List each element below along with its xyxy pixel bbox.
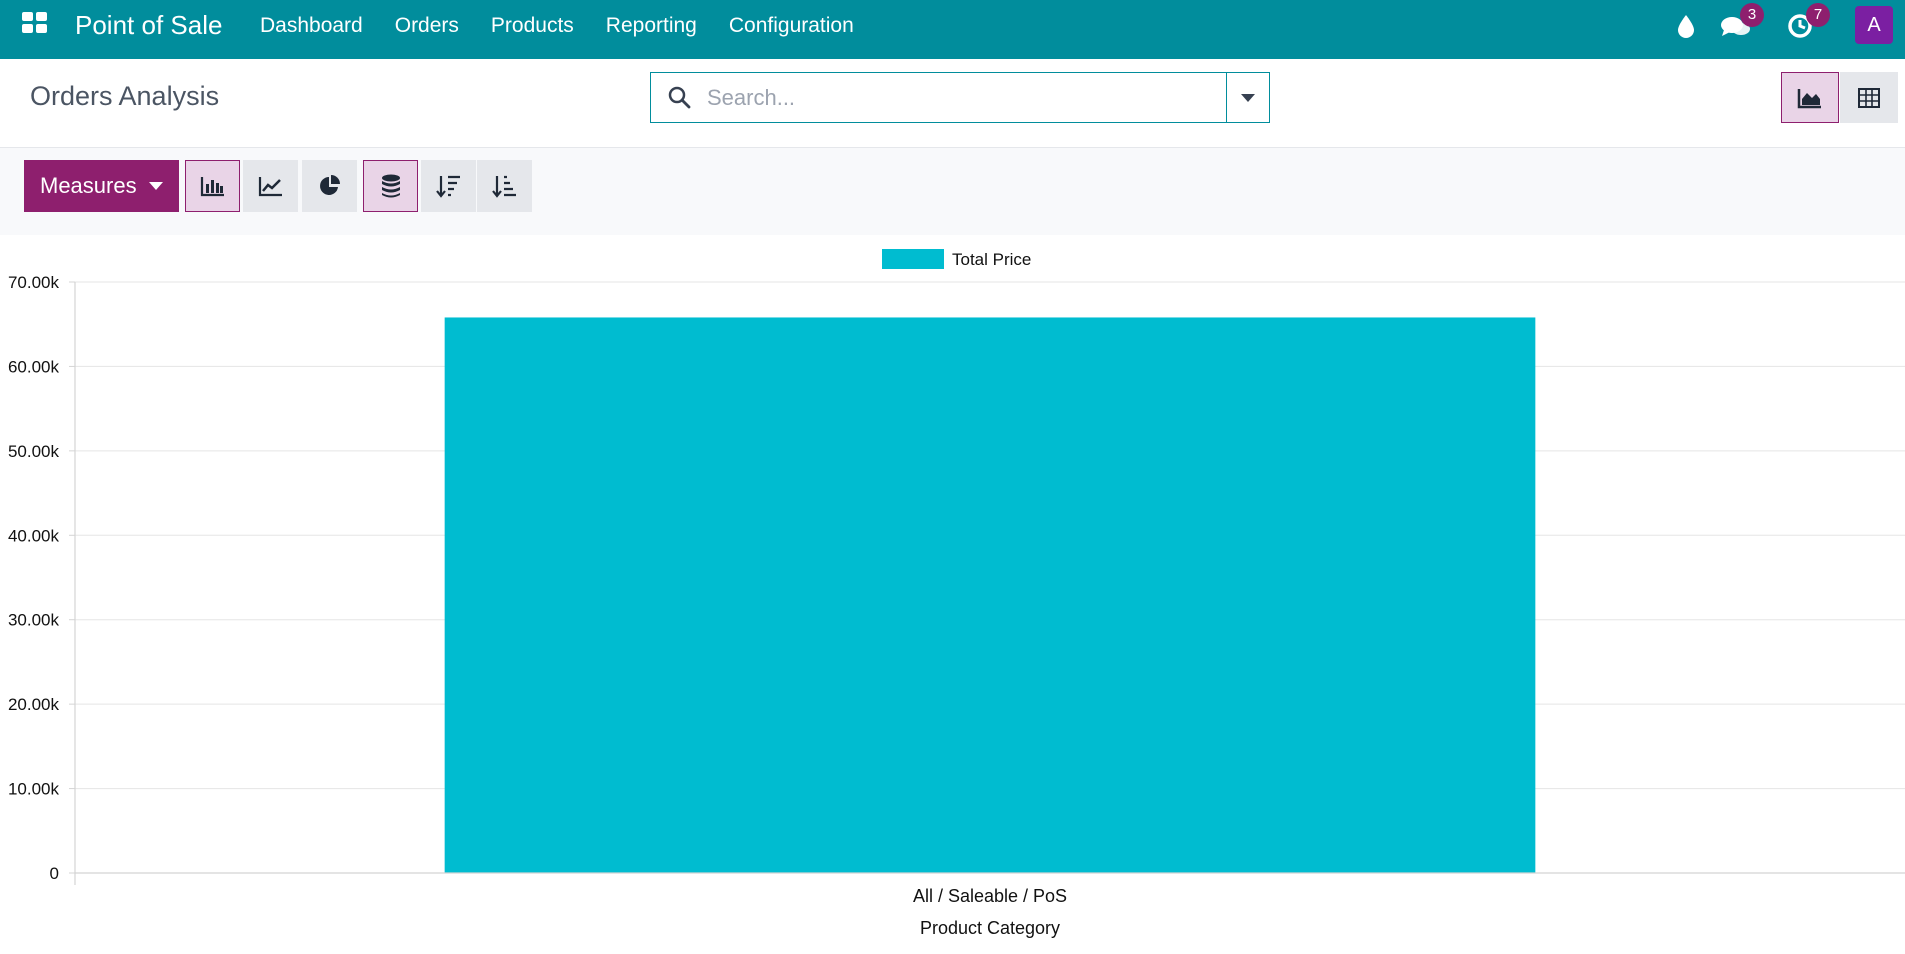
search-icon <box>651 73 707 121</box>
sort-descending-button[interactable] <box>421 160 476 212</box>
graph-toolbar: Measures <box>0 148 1905 235</box>
measures-label: Measures <box>40 173 137 198</box>
y-tick-label: 20.00k <box>8 695 60 714</box>
x-tick-label: All / Saleable / PoS <box>913 886 1067 906</box>
avatar[interactable]: A <box>1855 6 1893 44</box>
graph-chart: 0 10.00k 20.00k 30.00k 40.00k 50.00k 60.00k 70.… <box>0 235 1905 949</box>
sort-descending-icon <box>435 175 460 198</box>
y-tick-label: 40.00k <box>8 526 60 545</box>
bar-chart-icon <box>200 177 224 197</box>
caret-down-icon <box>1241 93 1255 102</box>
search-input[interactable] <box>707 73 1226 122</box>
menu-item-configuration[interactable]: Configuration <box>713 13 870 39</box>
menu-item-reporting[interactable]: Reporting <box>590 13 713 39</box>
search-options-toggle[interactable] <box>1226 73 1269 122</box>
line-chart-button[interactable] <box>243 160 298 212</box>
y-tick-label: 70.00k <box>8 273 60 292</box>
page-title: Orders Analysis <box>30 81 220 111</box>
y-tick-label: 60.00k <box>8 357 60 376</box>
y-tick-label: 0 <box>50 864 59 883</box>
legend-label[interactable]: Total Price <box>952 250 1031 269</box>
sort-ascending-icon <box>491 175 516 198</box>
database-stack-icon <box>381 174 400 198</box>
legend-swatch <box>882 249 944 269</box>
main-menu: Dashboard Orders Products Reporting Conf… <box>244 13 870 39</box>
y-tick-label: 50.00k <box>8 442 60 461</box>
pie-chart-button[interactable] <box>302 160 357 212</box>
bar-chart-button[interactable] <box>185 160 240 212</box>
sort-ascending-button[interactable] <box>477 160 532 212</box>
bar-chart: 0 10.00k 20.00k 30.00k 40.00k 50.00k 60.00k 70.… <box>8 249 1905 938</box>
measures-button[interactable]: Measures <box>24 160 179 212</box>
caret-down-icon <box>148 182 163 190</box>
top-navbar: Point of Sale Dashboard Orders Products … <box>0 0 1905 59</box>
menu-item-orders[interactable]: Orders <box>379 13 475 39</box>
y-tick-label: 30.00k <box>8 611 60 630</box>
grid-icon[interactable] <box>22 12 48 34</box>
view-graph-button[interactable] <box>1781 72 1839 123</box>
menu-item-dashboard[interactable]: Dashboard <box>244 13 379 39</box>
y-tick-label: 10.00k <box>8 780 60 799</box>
search-box <box>650 72 1270 123</box>
messages-count-badge: 3 <box>1740 3 1764 27</box>
bar[interactable] <box>444 317 1536 874</box>
line-chart-icon <box>258 177 282 197</box>
x-axis-label: Product Category <box>920 918 1060 938</box>
droplet-icon[interactable] <box>1671 11 1701 41</box>
control-panel: Orders Analysis <box>0 59 1905 148</box>
area-chart-icon <box>1797 88 1821 108</box>
menu-item-products[interactable]: Products <box>475 13 590 39</box>
view-pivot-button[interactable] <box>1840 72 1898 123</box>
app-brand[interactable]: Point of Sale <box>75 10 222 41</box>
stacked-button[interactable] <box>363 160 418 212</box>
table-icon <box>1858 87 1880 108</box>
activities-count-badge: 7 <box>1806 3 1830 27</box>
pie-chart-icon <box>319 175 340 195</box>
